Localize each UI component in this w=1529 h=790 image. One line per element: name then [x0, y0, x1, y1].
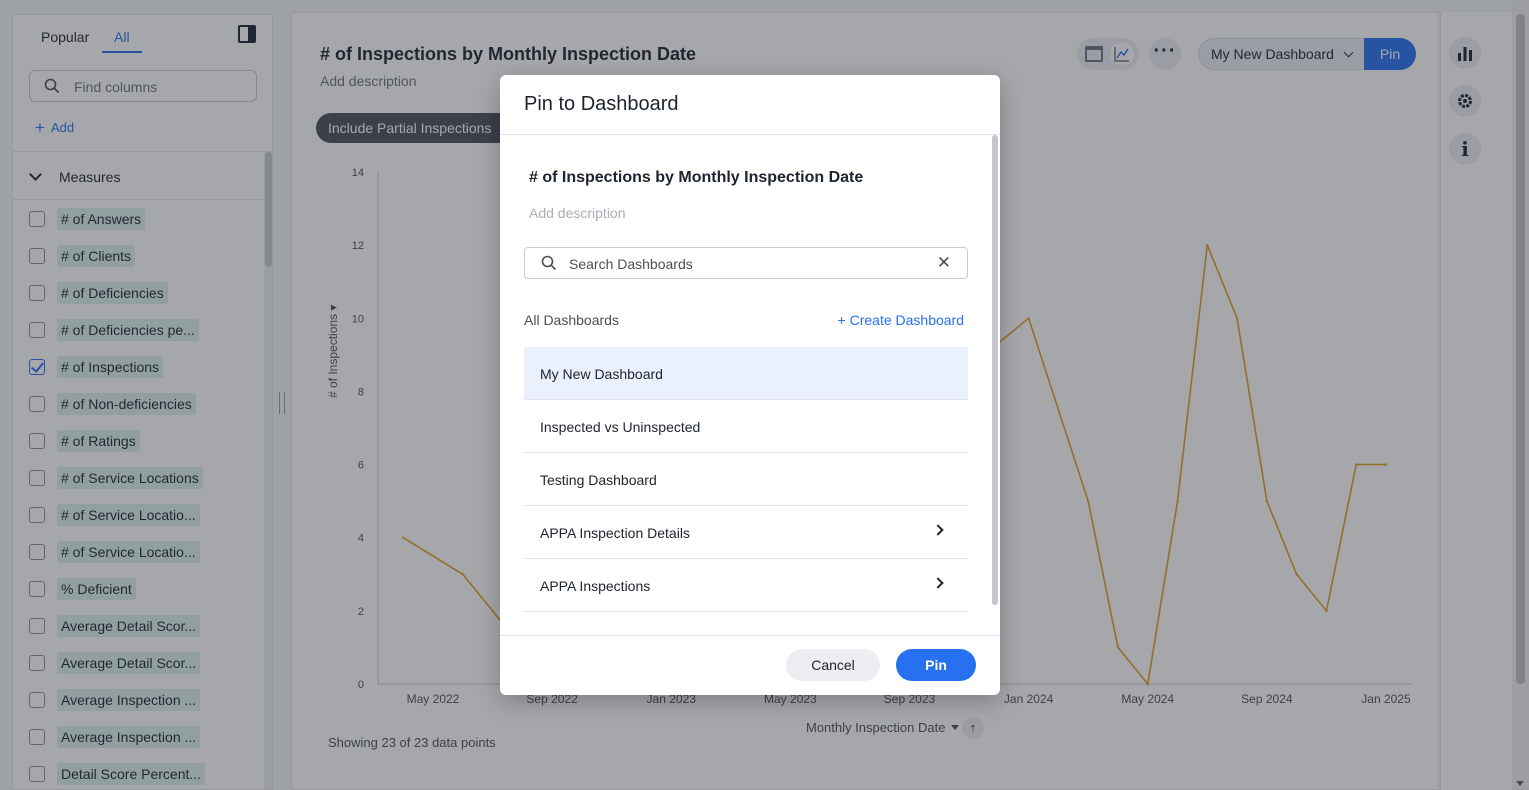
- dashboard-item[interactable]: Inspected vs Uninspected: [524, 400, 968, 453]
- dashboard-item-label: APPA Inspection Details: [540, 525, 690, 541]
- close-icon[interactable]: ✕: [937, 253, 951, 273]
- chevron-right-icon[interactable]: [932, 577, 944, 589]
- search-dashboards-field[interactable]: [569, 254, 919, 274]
- dashboard-item-label: Inspected vs Uninspected: [540, 419, 701, 435]
- dashboard-list-header: All Dashboards: [524, 312, 619, 328]
- dialog-body: # of Inspections by Monthly Inspection D…: [500, 135, 1000, 635]
- search-icon: [541, 255, 557, 271]
- dashboard-item[interactable]: Testing Dashboard: [524, 453, 968, 506]
- pin-to-dashboard-dialog: Pin to Dashboard # of Inspections by Mon…: [500, 75, 1000, 695]
- confirm-pin-button[interactable]: Pin: [896, 649, 976, 681]
- dashboard-item[interactable]: APPA Inspections: [524, 559, 968, 612]
- create-dashboard-link[interactable]: + Create Dashboard: [838, 312, 964, 328]
- dashboard-item-label: Testing Dashboard: [540, 472, 657, 488]
- dialog-title: Pin to Dashboard: [524, 93, 679, 115]
- dashboard-item[interactable]: APPA Inspection Details: [524, 506, 968, 559]
- viz-description-field[interactable]: Add description: [529, 205, 626, 221]
- divider: [500, 635, 1000, 636]
- chevron-right-icon[interactable]: [932, 524, 944, 536]
- dialog-scrollbar[interactable]: [992, 135, 998, 605]
- dashboard-item-label: APPA Inspections: [540, 578, 651, 594]
- cancel-button[interactable]: Cancel: [786, 649, 880, 681]
- dashboard-item-label: My New Dashboard: [540, 366, 663, 382]
- search-dashboards-input[interactable]: ✕: [524, 247, 968, 279]
- viz-name[interactable]: # of Inspections by Monthly Inspection D…: [529, 169, 863, 187]
- dashboard-item[interactable]: My New Dashboard: [524, 347, 968, 400]
